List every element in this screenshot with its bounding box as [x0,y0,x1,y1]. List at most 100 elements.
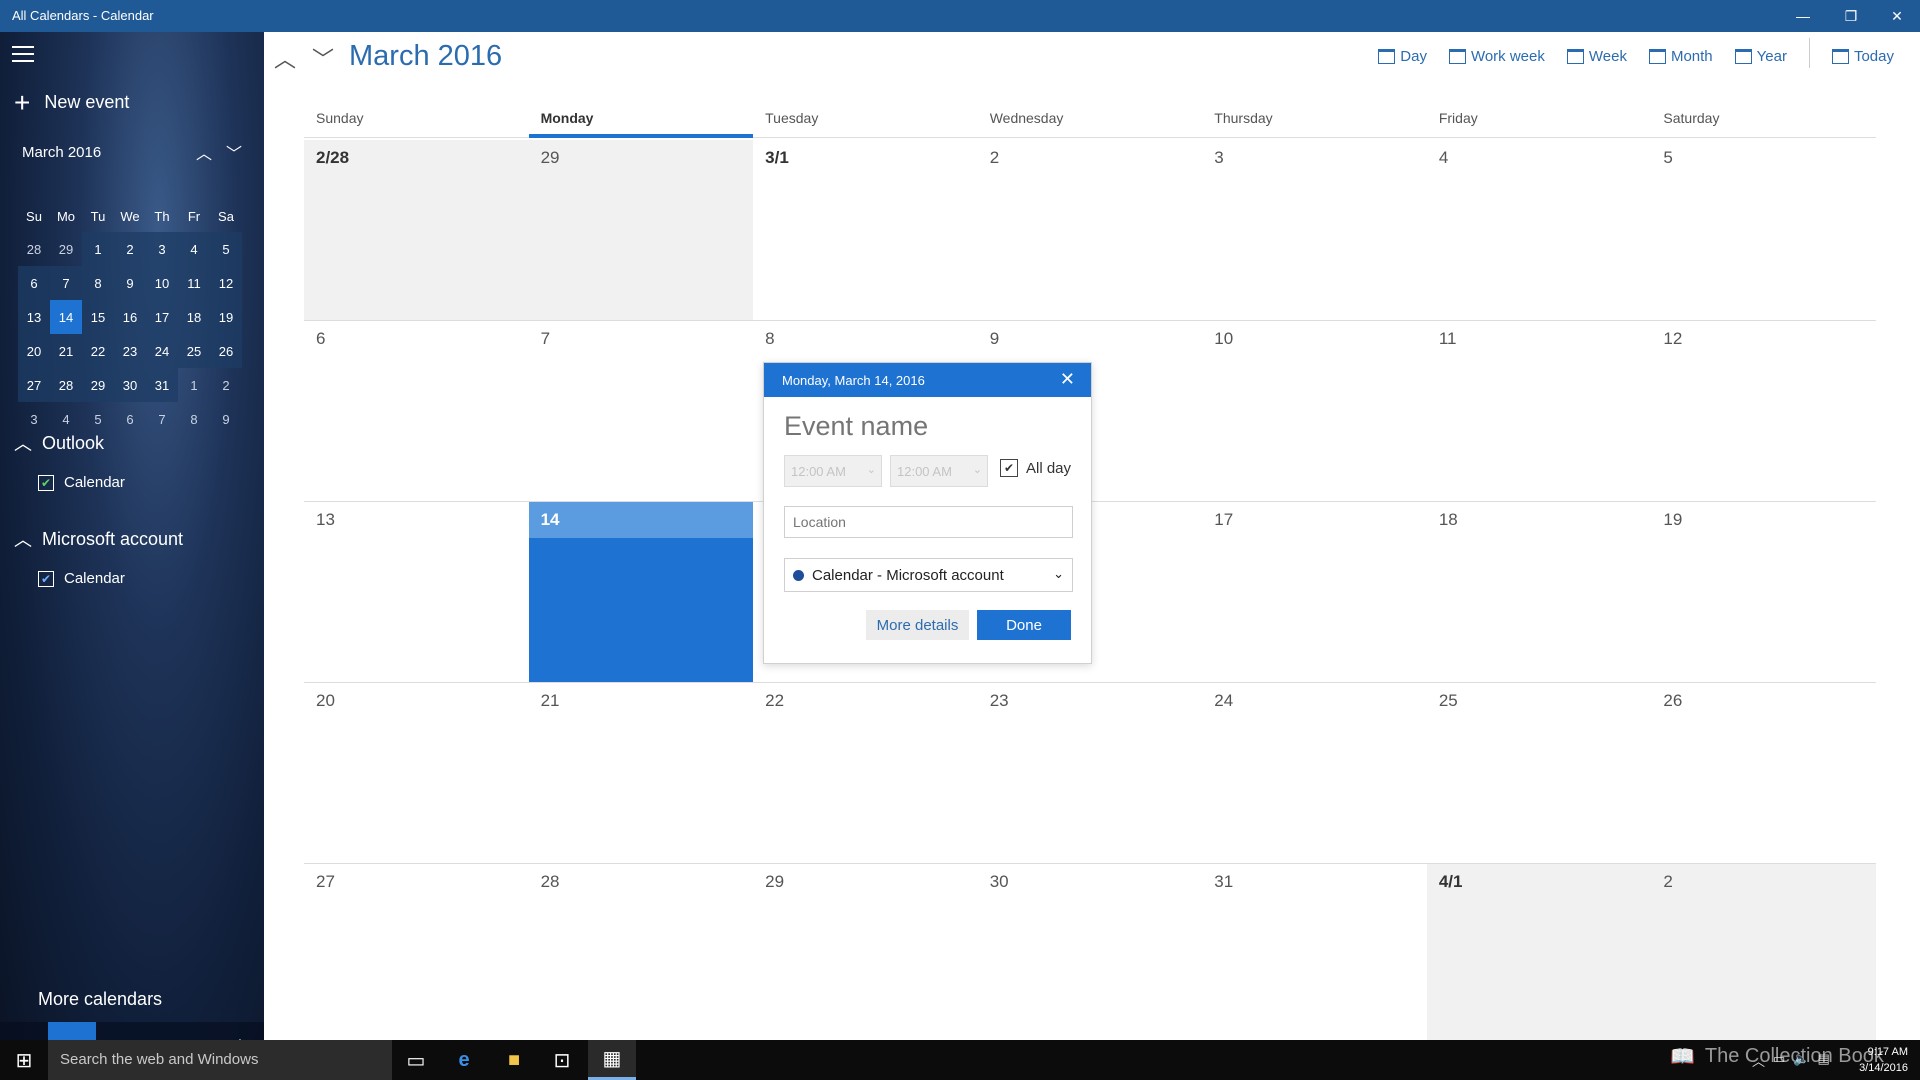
mini-day-cell[interactable]: 23 [114,334,146,368]
end-time-select[interactable]: 12:00 AM ⌄ [890,455,988,487]
month-title[interactable]: March 2016 [349,40,502,73]
done-button[interactable]: Done [977,610,1071,640]
close-window-button[interactable]: ✕ [1874,0,1920,32]
mini-day-cell[interactable]: 12 [210,266,242,300]
mini-day-cell[interactable]: 7 [146,402,178,436]
taskbar-search-box[interactable]: Search the web and Windows [48,1040,392,1080]
day-cell[interactable]: 2 [977,140,1203,321]
day-cell[interactable]: 25 [1426,683,1652,864]
mini-day-cell[interactable]: 29 [50,232,82,266]
day-cell[interactable]: 31 [1202,864,1427,1045]
network-icon[interactable]: ▭ [1773,1051,1785,1070]
day-cell[interactable]: 12 [1651,321,1876,502]
day-cell[interactable]: 11 [1426,321,1652,502]
view-year-button[interactable]: Year [1734,44,1787,68]
mini-day-cell[interactable]: 9 [210,402,242,436]
day-cell[interactable]: 2/28 [304,140,529,321]
more-calendars-link[interactable]: More calendars [38,989,162,1010]
show-hidden-icons-icon[interactable]: ︿ [1752,1051,1765,1070]
day-cell[interactable]: 26 [1651,683,1876,864]
task-view-icon[interactable]: ▭ [392,1040,440,1080]
mini-day-cell[interactable]: 1 [178,368,210,402]
day-cell[interactable]: 18 [1426,502,1652,683]
day-cell[interactable]: 27 [304,864,529,1045]
mini-day-cell[interactable]: 11 [178,266,210,300]
store-icon[interactable]: ⊡ [538,1040,586,1080]
day-cell[interactable]: 10 [1202,321,1427,502]
day-cell[interactable]: 13 [304,502,529,683]
mini-day-cell[interactable]: 21 [50,334,82,368]
all-day-toggle[interactable]: ✔ All day [1000,459,1071,477]
new-event-button[interactable]: + New event [14,88,129,116]
mini-day-cell[interactable]: 30 [114,368,146,402]
mini-day-cell[interactable]: 25 [178,334,210,368]
mini-day-cell[interactable]: 8 [178,402,210,436]
mini-day-cell[interactable]: 22 [82,334,114,368]
day-cell[interactable]: 5 [1651,140,1876,321]
day-cell[interactable]: 6 [304,321,529,502]
day-cell[interactable]: 23 [977,683,1203,864]
location-input[interactable] [784,506,1073,538]
event-name-input[interactable] [784,411,1064,442]
mini-day-cell[interactable]: 28 [50,368,82,402]
mini-day-cell[interactable]: 19 [210,300,242,334]
mini-day-cell[interactable]: 10 [146,266,178,300]
calendar-toggle-outlook[interactable]: ✔ Calendar [38,474,125,491]
mini-day-cell[interactable]: 9 [114,266,146,300]
day-cell[interactable]: 30 [977,864,1203,1045]
minimize-button[interactable]: — [1780,0,1826,32]
mini-day-cell[interactable]: 29 [82,368,114,402]
mini-day-cell[interactable]: 20 [18,334,50,368]
day-cell[interactable]: 7 [528,321,754,502]
day-cell[interactable]: 22 [753,683,978,864]
day-cell[interactable]: 29 [528,140,754,321]
action-center-icon[interactable]: ▤ [1818,1051,1830,1070]
mini-day-cell[interactable]: 7 [50,266,82,300]
mini-day-cell[interactable]: 13 [18,300,50,334]
mini-day-cell[interactable]: 6 [114,402,146,436]
view-workweek-button[interactable]: Work week [1448,44,1545,68]
mini-day-cell[interactable]: 16 [114,300,146,334]
day-cell[interactable]: 3 [1202,140,1427,321]
day-cell[interactable]: 4/1 [1426,864,1652,1045]
restore-button[interactable]: ❐ [1828,0,1874,32]
today-button[interactable]: Today [1831,44,1894,68]
checkbox-icon[interactable]: ✔ [38,570,54,587]
day-cell[interactable]: 2 [1651,864,1876,1045]
mini-day-cell[interactable]: 4 [178,232,210,266]
day-cell[interactable]: 21 [528,683,754,864]
edge-browser-icon[interactable]: e [440,1040,488,1080]
account-outlook[interactable]: ︿ Outlook [14,430,104,456]
mini-day-cell[interactable]: 26 [210,334,242,368]
day-cell[interactable]: 17 [1202,502,1427,683]
mini-day-cell[interactable]: 15 [82,300,114,334]
all-day-checkbox[interactable]: ✔ [1000,459,1018,477]
mini-day-cell[interactable]: 27 [18,368,50,402]
calendar-toggle-microsoft[interactable]: ✔ Calendar [38,570,125,587]
mini-day-cell[interactable]: 6 [18,266,50,300]
mini-day-cell[interactable]: 2 [210,368,242,402]
checkbox-icon[interactable]: ✔ [38,474,54,491]
calendar-select[interactable]: Calendar - Microsoft account ⌄ [784,558,1073,592]
more-details-button[interactable]: More details [866,610,969,640]
mini-day-cell[interactable]: 5 [210,232,242,266]
account-microsoft[interactable]: ︿ Microsoft account [14,526,183,552]
mini-day-cell[interactable]: 3 [146,232,178,266]
day-cell[interactable]: 28 [528,864,754,1045]
mini-day-cell[interactable]: 31 [146,368,178,402]
volume-icon[interactable]: 🔈 [1793,1051,1809,1070]
taskbar-clock[interactable]: 9:17 AM 3/14/2016 [1859,1044,1908,1076]
calendar-app-icon[interactable]: ▦ [588,1040,636,1080]
mini-day-cell[interactable]: 18 [178,300,210,334]
mini-day-cell[interactable]: 17 [146,300,178,334]
day-cell[interactable]: 3/1 [753,140,978,321]
day-cell[interactable]: 20 [304,683,529,864]
mini-day-cell[interactable]: 8 [82,266,114,300]
close-icon[interactable]: ✕ [1060,369,1075,390]
view-day-button[interactable]: Day [1378,44,1427,68]
day-cell[interactable]: 14 [528,502,754,683]
day-cell[interactable]: 4 [1426,140,1652,321]
start-time-select[interactable]: 12:00 AM ⌄ [784,455,882,487]
view-month-button[interactable]: Month [1648,44,1713,68]
mini-day-cell[interactable]: 24 [146,334,178,368]
